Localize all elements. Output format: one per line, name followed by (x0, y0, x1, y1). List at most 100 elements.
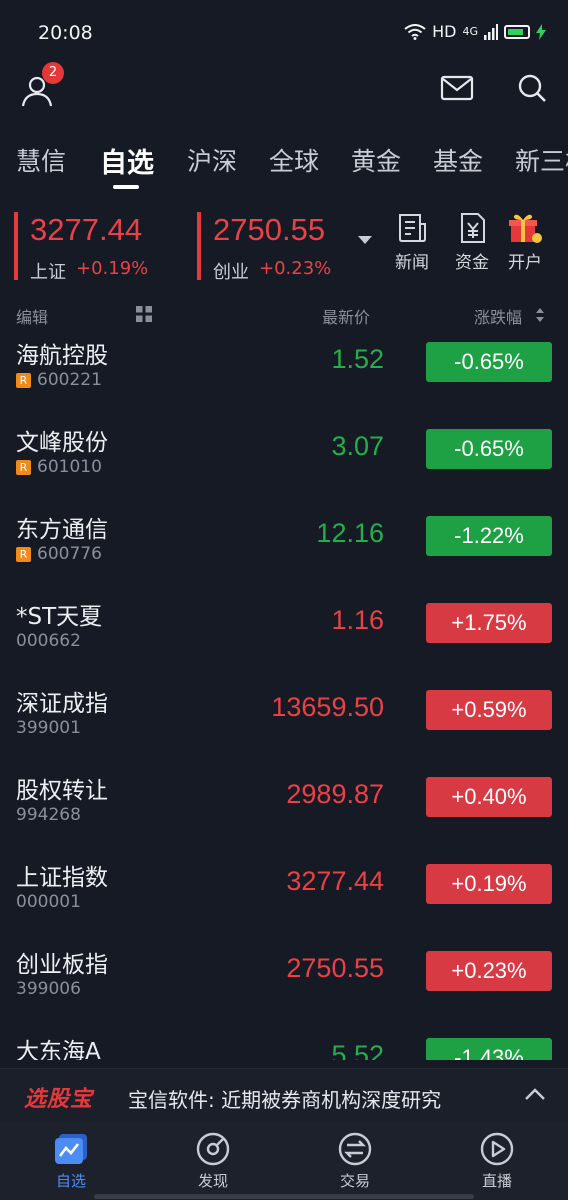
discover-icon (196, 1132, 230, 1166)
gift-icon (509, 214, 542, 243)
nav-live[interactable]: 直播 (452, 1132, 542, 1191)
r-tag-icon: R (16, 546, 31, 562)
stock-change[interactable]: -1.22% (426, 516, 552, 556)
list-item[interactable]: 深证成指 399001 13659.50 +0.59% (0, 680, 568, 767)
active-tab-indicator (113, 185, 139, 189)
stock-change[interactable]: +0.59% (426, 690, 552, 730)
chart-icon (55, 1134, 87, 1164)
funds-icon (461, 213, 485, 243)
stock-change[interactable]: +1.75% (426, 603, 552, 643)
stock-code-wrap: 399006 (16, 979, 81, 999)
stock-change[interactable]: -0.65% (426, 342, 552, 382)
ticker-message[interactable]: 宝信软件: 近期被券商机构深度研究 (128, 1084, 441, 1113)
tab-fund[interactable]: 基金 (433, 142, 483, 178)
grid-icon[interactable] (136, 306, 152, 322)
mail-icon (440, 75, 474, 101)
list-item[interactable]: 东方通信 R 600776 12.16 -1.22% (0, 506, 568, 593)
open-account-label: 开户 (508, 253, 542, 273)
index-name: 创业 (213, 262, 249, 283)
nav-label: 发现 (197, 1172, 228, 1190)
index-change: +0.23% (259, 258, 332, 279)
signal-icon (484, 23, 498, 40)
stock-price: 2989.87 (286, 779, 384, 809)
nav-trade[interactable]: 交易 (310, 1132, 400, 1191)
network-label: HD (432, 22, 457, 41)
list-item[interactable]: 上证指数 000001 3277.44 +0.19% (0, 854, 568, 941)
ticker-brand-logo: 选股宝 (24, 1087, 94, 1112)
index-shanghai[interactable]: 3277.44 上证 +0.19% (14, 212, 184, 283)
news-label: 新闻 (395, 253, 429, 273)
category-tabs: 慧信 自选 沪深 全球 黄金 基金 新三板 (0, 130, 568, 190)
change-column-header[interactable]: 涨跌幅 (474, 304, 522, 328)
list-item[interactable]: 大东海A 5.52 -1.43% (0, 1028, 568, 1060)
index-chinext[interactable]: 2750.55 创业 +0.23% (197, 212, 367, 283)
index-bar: 3277.44 上证 +0.19% 2750.55 创业 +0.23% 新闻 资… (0, 206, 568, 283)
stock-code: 994268 (16, 805, 81, 825)
chevron-up-icon[interactable] (524, 1087, 546, 1101)
search-button[interactable] (516, 72, 548, 104)
stock-name: 东方通信 (16, 517, 108, 543)
mail-button[interactable] (440, 74, 474, 104)
stock-code: 601010 (37, 457, 102, 477)
index-value: 2750.55 (213, 212, 326, 247)
stock-change[interactable]: -0.65% (426, 429, 552, 469)
list-item[interactable]: 股权转让 994268 2989.87 +0.40% (0, 767, 568, 854)
stock-code-wrap: R 601010 (16, 457, 102, 477)
bottom-nav: 自选 发现 交易 直播 (0, 1122, 568, 1200)
signal-label: 4G (462, 25, 478, 38)
list-item[interactable]: 创业板指 399006 2750.55 +0.23% (0, 941, 568, 1028)
stock-name: 上证指数 (16, 865, 108, 891)
status-time: 20:08 (38, 22, 93, 44)
stock-name: 深证成指 (16, 691, 108, 717)
stock-name: 海航控股 (16, 343, 108, 369)
stock-change[interactable]: -1.43% (426, 1038, 552, 1060)
stock-change[interactable]: +0.19% (426, 864, 552, 904)
notification-badge: 2 (42, 62, 64, 84)
wifi-icon (404, 23, 426, 40)
tab-huixin[interactable]: 慧信 (16, 142, 66, 178)
tab-global[interactable]: 全球 (269, 142, 319, 178)
tab-watchlist[interactable]: 自选 (100, 141, 154, 180)
tab-gold[interactable]: 黄金 (351, 142, 401, 178)
stock-price: 3277.44 (286, 866, 384, 896)
stock-price: 2750.55 (286, 953, 384, 983)
stock-price: 1.52 (331, 344, 384, 374)
funds-button[interactable]: 资金 (447, 212, 497, 273)
status-bar: 20:08 HD 4G (0, 0, 568, 68)
stock-name: 股权转让 (16, 778, 108, 804)
tab-hushen[interactable]: 沪深 (187, 142, 237, 178)
news-icon (399, 214, 426, 242)
stock-change[interactable]: +0.40% (426, 777, 552, 817)
stock-code-wrap: 000001 (16, 892, 81, 912)
nav-label: 直播 (481, 1172, 512, 1190)
news-ticker[interactable]: 选股宝 宝信软件: 近期被券商机构深度研究 (0, 1068, 568, 1122)
stock-name: 创业板指 (16, 952, 108, 978)
stock-code-wrap: 994268 (16, 805, 81, 825)
index-value: 3277.44 (30, 212, 143, 247)
funds-label: 资金 (455, 253, 489, 273)
stock-code: 000001 (16, 892, 81, 912)
stock-price: 12.16 (316, 518, 384, 548)
news-button[interactable]: 新闻 (387, 212, 437, 273)
stock-code: 600221 (37, 370, 102, 390)
price-column-header[interactable]: 最新价 (322, 304, 370, 328)
edit-button[interactable]: 编辑 (16, 304, 48, 328)
nav-label: 交易 (339, 1172, 370, 1190)
open-account-button[interactable]: 开户 (500, 212, 550, 273)
nav-watchlist[interactable]: 自选 (26, 1132, 116, 1191)
index-name: 上证 (30, 262, 66, 283)
index-dropdown-icon[interactable] (358, 236, 372, 244)
list-item[interactable]: 海航控股 R 600221 1.52 -0.65% (0, 332, 568, 419)
index-marker (14, 212, 18, 280)
stock-name: *ST天夏 (16, 604, 103, 630)
stock-name: 文峰股份 (16, 430, 108, 456)
watchlist: 海航控股 R 600221 1.52 -0.65% 文峰股份 R 601010 3.… (0, 332, 568, 1060)
sort-icon[interactable] (536, 308, 544, 322)
list-item[interactable]: 文峰股份 R 601010 3.07 -0.65% (0, 419, 568, 506)
status-icons: HD 4G (404, 22, 546, 41)
stock-change[interactable]: +0.23% (426, 951, 552, 991)
list-item[interactable]: *ST天夏 000662 1.16 +1.75% (0, 593, 568, 680)
stock-price: 5.52 (331, 1040, 384, 1060)
nav-discover[interactable]: 发现 (168, 1132, 258, 1191)
tab-new-third-board[interactable]: 新三板 (515, 142, 568, 178)
